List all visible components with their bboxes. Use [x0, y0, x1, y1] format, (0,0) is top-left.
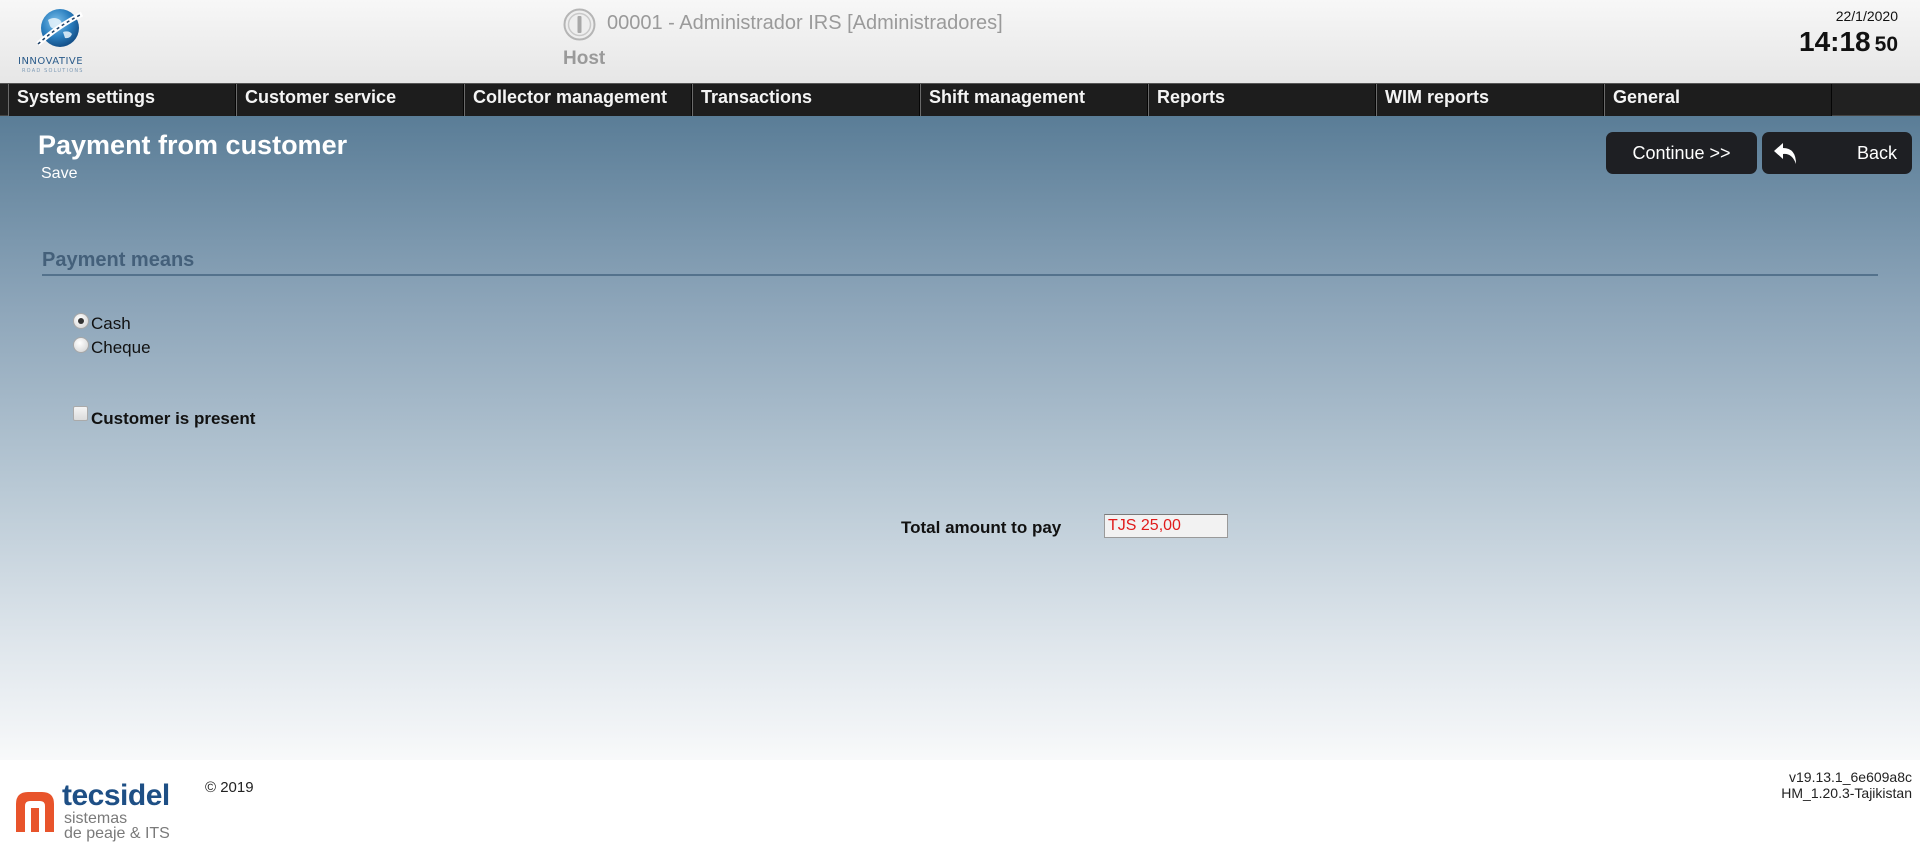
cheque-radio[interactable]: [73, 337, 89, 353]
cash-label[interactable]: Cash: [91, 314, 131, 334]
menu-item-shift-management[interactable]: Shift management: [920, 84, 1148, 116]
menu-item-transactions[interactable]: Transactions: [692, 84, 920, 116]
build-label: HM_1.20.3-Tajikistan: [1781, 785, 1912, 801]
back-button[interactable]: Back: [1762, 132, 1912, 174]
back-arrow-icon: [1774, 143, 1796, 164]
tecsidel-mark-icon: [16, 792, 54, 832]
cash-radio[interactable]: [73, 313, 89, 329]
continue-button[interactable]: Continue >>: [1606, 132, 1757, 174]
globe-road-logo-icon: [36, 9, 84, 47]
menu-item-wim-reports[interactable]: WIM reports: [1376, 84, 1604, 116]
payment-means-heading: Payment means: [42, 249, 195, 271]
main-content: Payment from customer Save Continue >> B…: [0, 116, 1920, 760]
power-icon[interactable]: [563, 8, 596, 41]
version-label: v19.13.1_6e609a8c: [1789, 769, 1912, 785]
footer: tecsidel sistemas de peaje & ITS © 2019 …: [0, 760, 1920, 849]
tecsidel-tagline-2: de peaje & ITS: [64, 825, 170, 842]
menu-item-customer-service[interactable]: Customer service: [236, 84, 464, 116]
logo-text: INNOVATIVE: [18, 56, 84, 67]
host-label: Host: [563, 48, 606, 69]
copyright: © 2019: [205, 779, 254, 796]
back-button-label: Back: [1856, 143, 1897, 163]
main-menu: System settings Customer service Collect…: [0, 83, 1920, 116]
total-amount-field[interactable]: [1104, 514, 1228, 538]
page-title: Payment from customer: [38, 130, 348, 160]
customer-present-checkbox[interactable]: [73, 406, 88, 421]
menu-item-collector-management[interactable]: Collector management: [464, 84, 692, 116]
save-link[interactable]: Save: [41, 165, 77, 183]
menu-item-general[interactable]: General: [1604, 84, 1832, 116]
clock-time: 14:18: [1799, 26, 1871, 57]
total-amount-label: Total amount to pay: [901, 518, 1062, 537]
logo-subtext: ROAD SOLUTIONS: [22, 68, 84, 74]
innovative-logo: INNOVATIVE ROAD SOLUTIONS: [14, 6, 106, 76]
current-user-label: 00001 - Administrador IRS [Administrador…: [607, 12, 1003, 34]
cheque-label[interactable]: Cheque: [91, 338, 151, 358]
tecsidel-brand-name: tecsidel: [62, 779, 170, 812]
tecsidel-logo: tecsidel sistemas de peaje & ITS: [10, 774, 185, 842]
clock-seconds: 50: [1874, 33, 1898, 56]
date-label: 22/1/2020: [1835, 8, 1898, 24]
menu-item-reports[interactable]: Reports: [1148, 84, 1376, 116]
clock: 14:18 50: [1799, 26, 1898, 58]
header-bar: INNOVATIVE ROAD SOLUTIONS 00001 - Admini…: [0, 0, 1920, 83]
menu-item-system-settings[interactable]: System settings: [8, 84, 236, 116]
customer-present-label[interactable]: Customer is present: [91, 409, 255, 429]
section-divider: [42, 274, 1878, 276]
